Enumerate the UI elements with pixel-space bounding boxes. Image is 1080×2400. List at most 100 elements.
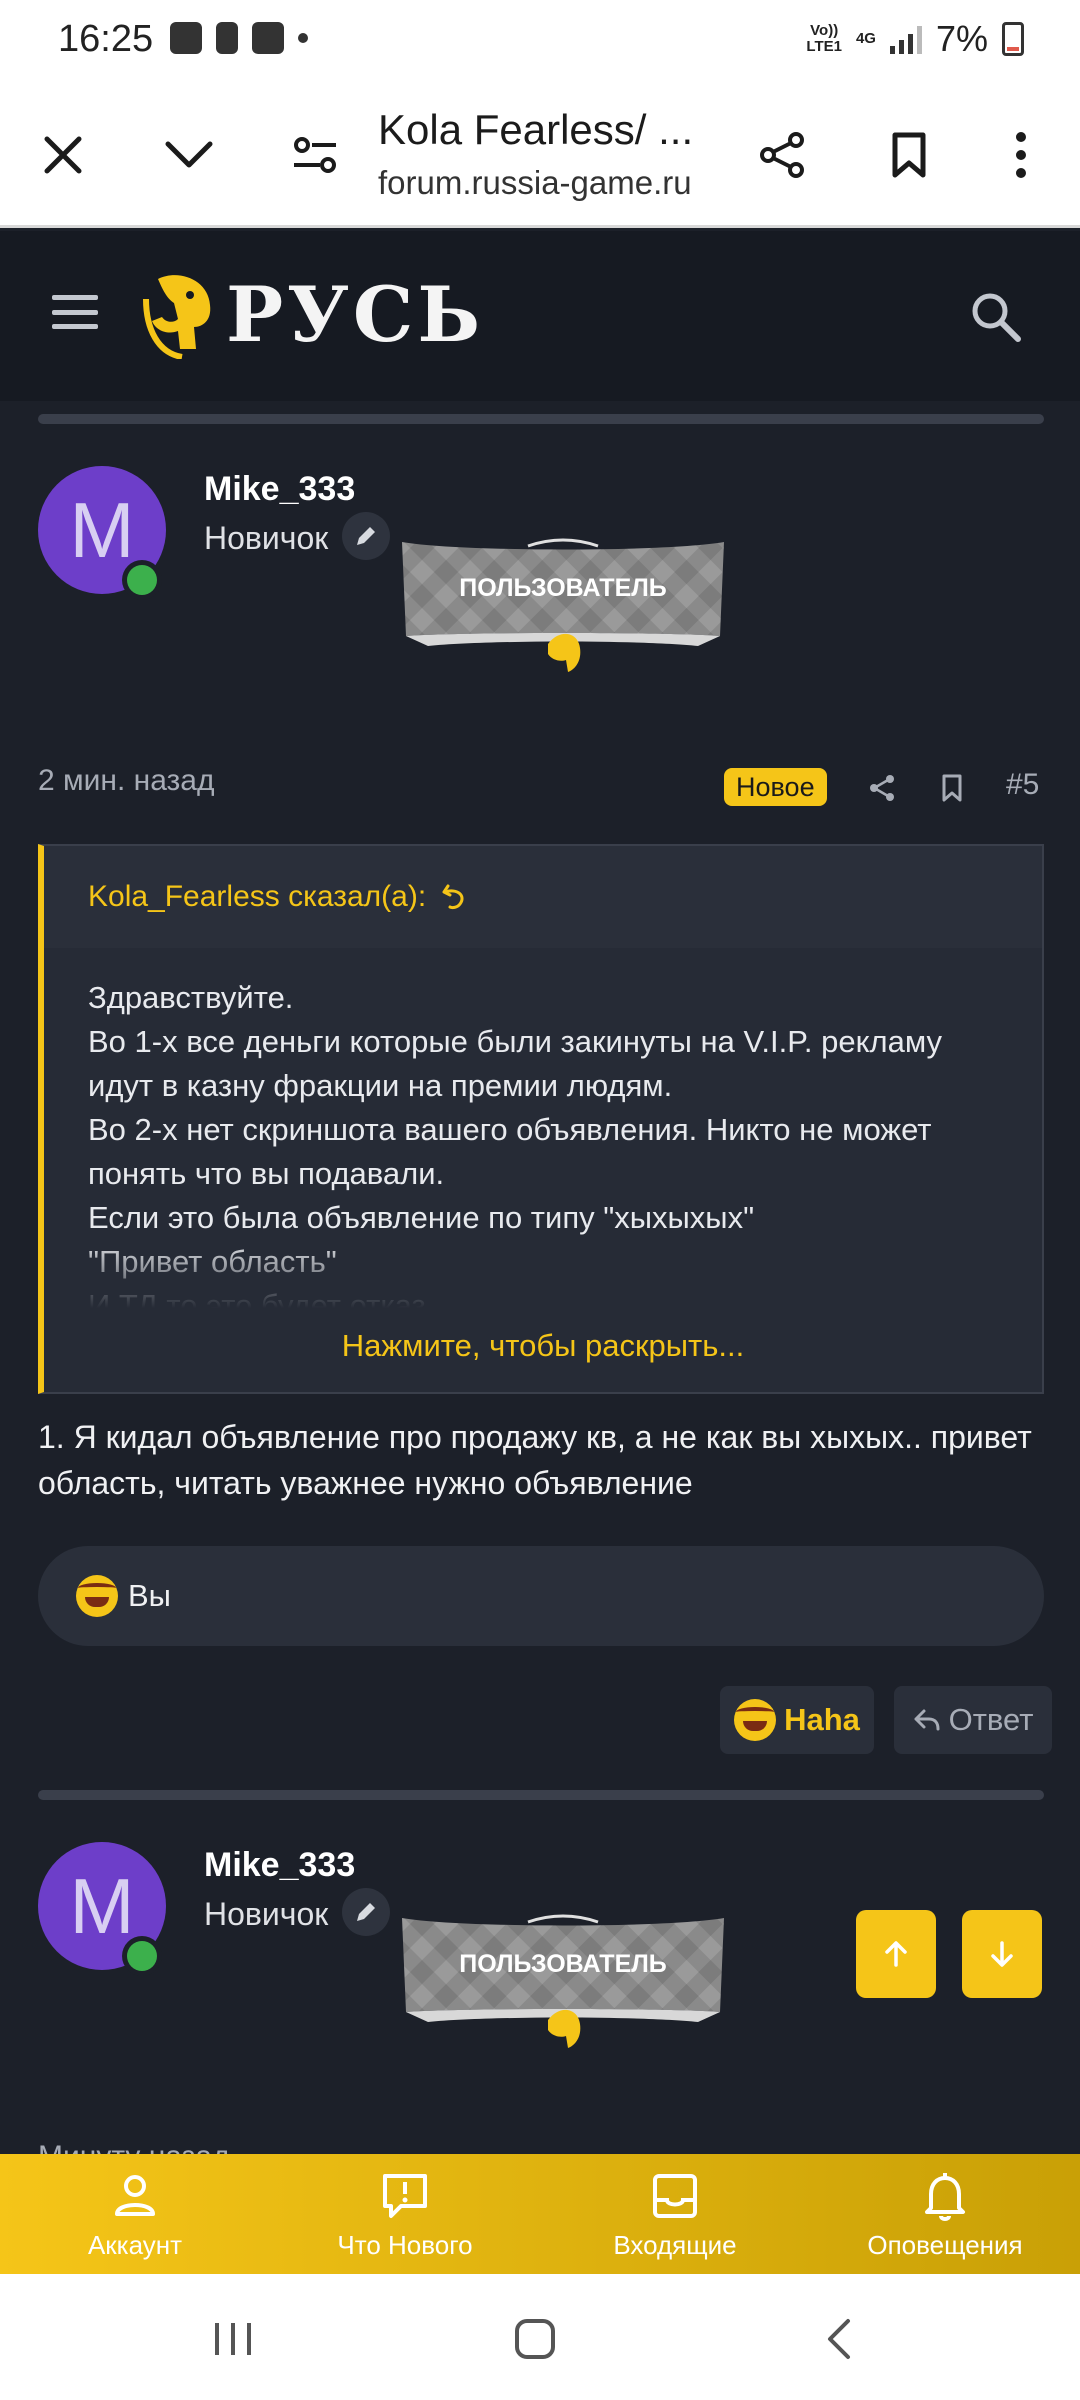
reactions-bar[interactable]: Вы [38,1546,1044,1646]
reactions-label[interactable]: Вы [128,1578,171,1614]
close-tab-button[interactable] [28,120,98,190]
close-icon [44,136,82,174]
quote-author[interactable]: Kola_Fearless сказал(а): [88,880,426,914]
status-right: Vo)) LTE1 4G 7% [806,18,1024,60]
signal-icon [889,24,922,54]
quote-header[interactable]: Kola_Fearless сказал(а): [44,846,1042,948]
bell-icon [925,2172,965,2221]
quote-line: Во 2-х нет скриншота вашего объявления. … [88,1112,932,1191]
search-icon [972,293,1021,342]
reply-label: Ответ [948,1702,1034,1737]
alert-bubble-icon [383,2173,427,2218]
expand-quote-link[interactable]: Нажмите, чтобы раскрыть... [44,1328,1042,1364]
volte-indicator: Vo)) LTE1 [806,23,842,55]
laughing-emoji-icon [76,1575,118,1617]
recent-apps-icon [215,2323,251,2355]
reply-button[interactable]: Ответ [894,1686,1052,1754]
network-type: 4G [855,30,876,47]
user-title: Новичок [204,520,329,556]
inbox-icon [653,2173,697,2218]
edit-pen-icon [342,512,390,560]
post-bookmark-button[interactable] [932,768,972,808]
new-badge: Новое [724,768,827,806]
site-header: РУСЬ [0,231,1080,401]
arrow-down-icon [991,1941,1013,1967]
online-status-icon [122,560,162,600]
post-time[interactable]: 2 мин. назад [38,764,215,798]
menu-button[interactable] [52,295,98,329]
bottom-nav: Аккаунт Что Нового Входящие Оповещения [0,2154,1080,2274]
browser-toolbar: Kola Fearless/ ... forum.russia-game.ru [0,80,1080,228]
haha-reaction-button[interactable]: Haha [720,1686,874,1754]
post-number[interactable]: #5 [1006,768,1039,802]
notification-icons [170,22,308,54]
status-bar: 16:25 Vo)) LTE1 4G 7% [0,0,1080,80]
nav-label: Входящие [613,2229,737,2260]
share-icon [760,132,804,178]
quote-line: Если это была объявление по типу "хыхыхы… [88,1200,755,1235]
user-banner: ПОЛЬЗОВАТЕЛЬ [398,536,728,676]
user-icon [115,2174,155,2216]
site-logo[interactable]: РУСЬ [138,269,484,359]
nav-account[interactable]: Аккаунт [0,2154,270,2274]
back-button[interactable] [804,2304,874,2374]
username[interactable]: Mike_333 [204,1846,355,1885]
quote-line: Во 1-х все деньги которые были закинуты … [88,1024,942,1103]
user-title: Новичок [204,1896,329,1932]
battery-percent: 7% [935,18,988,59]
bookmark-button[interactable] [874,120,944,190]
lte-label: LTE1 [806,38,842,55]
search-button[interactable] [966,287,1026,347]
banner-label: ПОЛЬЗОВАТЕЛЬ [459,1950,667,1978]
more-vertical-icon [1016,132,1026,178]
minimize-button[interactable] [154,120,224,190]
scroll-down-button[interactable] [962,1910,1042,1998]
page-url[interactable]: forum.russia-game.ru [378,164,692,202]
bookmark-icon [892,132,926,178]
scroll-up-button[interactable] [856,1910,936,1998]
alert-icon [216,22,238,54]
horse-logo-icon [143,275,211,359]
back-icon [828,2319,850,2359]
reply-icon [914,1709,940,1731]
recent-apps-button[interactable] [198,2304,268,2374]
bookmark-icon [942,774,962,802]
nav-label: Оповещения [867,2229,1023,2260]
logo-text: РУСЬ [226,269,485,359]
page-settings-button[interactable] [280,120,350,190]
nav-notifications[interactable]: Оповещения [810,2154,1080,2274]
volte-label: Vo)) [810,22,839,39]
share-button[interactable] [748,120,818,190]
quote-line: Здравствуйте. [88,980,294,1015]
haha-label: Haha [784,1702,860,1737]
share-icon [870,775,894,801]
more-dot-icon [298,33,308,43]
online-status-icon [122,1936,162,1976]
go-to-quote-icon[interactable] [440,882,470,912]
nav-label: Аккаунт [87,2229,183,2260]
gallery-icon [170,22,202,54]
status-time: 16:25 [58,18,154,60]
edit-pen-icon [342,1888,390,1936]
username[interactable]: Mike_333 [204,470,355,509]
home-icon [515,2319,555,2359]
quote-line: "Привет область" [88,1244,337,1279]
laughing-emoji-icon [734,1699,777,1741]
chevron-down-icon [165,141,213,168]
nav-whats-new[interactable]: Что Нового [270,2154,540,2274]
quote-block: Kola_Fearless сказал(а): Здравствуйте. В… [38,844,1044,1394]
tune-icon [294,137,336,173]
more-menu-button[interactable] [986,120,1056,190]
page-title[interactable]: Kola Fearless/ ... [378,106,693,154]
post-share-button[interactable] [862,768,902,808]
post-body: 1. Я кидал объявление про продажу кв, а … [38,1419,1032,1501]
banner-label: ПОЛЬЗОВАТЕЛЬ [459,574,667,602]
arrow-up-icon [885,1941,907,1967]
nav-inbox[interactable]: Входящие [540,2154,810,2274]
devices-icon [252,22,284,54]
system-nav-bar [0,2274,1080,2400]
home-button[interactable] [500,2304,570,2374]
nav-label: Что Нового [337,2229,473,2260]
quote-body: Здравствуйте. Во 1-х все деньги которые … [44,948,1042,1308]
quote-line: И.ТД то это будет отказ. [88,1288,435,1308]
